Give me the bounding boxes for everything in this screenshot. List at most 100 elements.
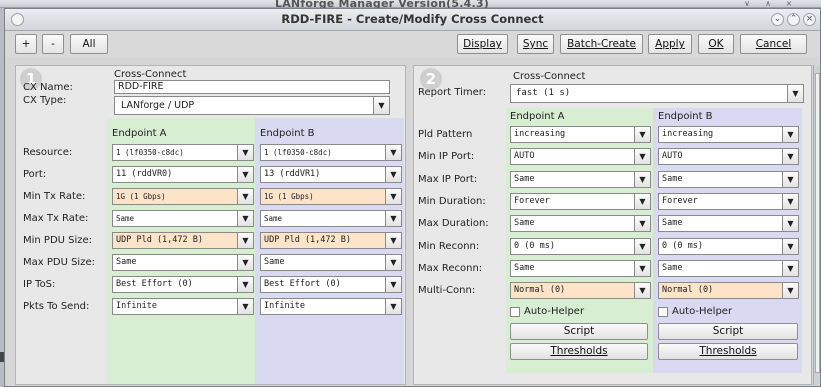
vertical-scrollbar[interactable] — [813, 65, 820, 385]
endpoint-a-field[interactable]: Same — [510, 259, 635, 277]
endpoint-b-field[interactable]: Infinite — [260, 298, 386, 315]
chevron-down-icon[interactable]: ▼ — [634, 259, 651, 277]
endpoint-a-field[interactable]: Same — [112, 210, 238, 227]
dialog-title: RDD-FIRE - Create/Modify Cross Connect — [281, 12, 544, 26]
close-icon[interactable]: × — [803, 13, 816, 26]
endpoint-b-field[interactable]: Same — [260, 210, 386, 227]
chevron-down-icon[interactable]: ▼ — [782, 126, 799, 143]
cx-type-select[interactable]: LANforge / UDP — [114, 96, 374, 115]
endpoint-a-field[interactable]: Normal (0) — [510, 282, 635, 300]
batch-create-button[interactable]: Batch-Create — [560, 34, 643, 54]
endpoint-b-field[interactable]: increasing — [658, 126, 783, 143]
sync-label: Sync — [522, 38, 549, 50]
auto-helper-checkbox-b[interactable] — [658, 307, 668, 317]
minimize-icon[interactable]: ⌄ — [771, 13, 784, 26]
script-button-b[interactable]: Script — [658, 323, 798, 340]
chevron-down-icon[interactable]: ▼ — [237, 254, 254, 271]
apply-button[interactable]: Apply — [648, 34, 692, 54]
auto-helper-checkbox-a[interactable] — [510, 307, 520, 317]
chevron-down-icon[interactable]: ▼ — [385, 188, 402, 205]
dialog-titlebar: RDD-FIRE - Create/Modify Cross Connect ⌄… — [5, 9, 820, 31]
ok-label: OK — [708, 38, 724, 50]
chevron-down-icon[interactable]: ▼ — [237, 298, 254, 315]
endpoint-a-field[interactable]: 11 (rddVR0) — [112, 166, 238, 183]
chevron-down-icon[interactable]: ▼ — [237, 166, 254, 183]
endpoint-a-field[interactable]: 1G (1 Gbps) — [112, 188, 238, 205]
cx-name-input[interactable]: RDD-FIRE — [114, 80, 390, 94]
endpoint-a-field[interactable]: 1 (lf0350-c8dc) — [112, 144, 238, 161]
chevron-down-icon[interactable]: ▼ — [385, 166, 402, 183]
chevron-down-icon[interactable]: ▼ — [634, 170, 651, 188]
background-window-titlebar: LANforge Manager Version(5.4.3) ∨ ∧ × — [0, 0, 821, 10]
thresholds-label-b: Thresholds — [699, 345, 757, 357]
chevron-down-icon[interactable]: ▼ — [634, 192, 651, 210]
chevron-down-icon[interactable]: ▼ — [237, 188, 254, 205]
thresholds-button-a[interactable]: Thresholds — [510, 343, 648, 360]
chevron-down-icon[interactable]: ▼ — [782, 170, 799, 188]
cancel-button[interactable]: Cancel — [740, 34, 807, 54]
endpoint-b-field[interactable]: Same — [658, 215, 783, 233]
chevron-down-icon[interactable]: ▼ — [634, 148, 651, 166]
endpoint-a-field[interactable]: Same — [112, 254, 238, 271]
endpoint-b-field[interactable]: Same — [658, 259, 783, 277]
ok-button[interactable]: OK — [698, 34, 734, 54]
chevron-down-icon[interactable]: ▼ — [787, 84, 804, 103]
chevron-down-icon[interactable]: ▼ — [385, 276, 402, 293]
add-button[interactable]: + — [15, 34, 37, 54]
chevron-down-icon[interactable]: ▼ — [634, 215, 651, 233]
endpoint-b-field[interactable]: Best Effort (0) — [260, 276, 386, 293]
chevron-down-icon[interactable]: ▼ — [634, 237, 651, 255]
chevron-down-icon[interactable]: ▼ — [782, 282, 799, 300]
maximize-icon[interactable]: ∧ — [760, 0, 776, 8]
endpoint-a-field[interactable]: Forever — [510, 192, 635, 210]
minimize-icon[interactable]: ∨ — [739, 0, 755, 8]
endpoint-a-field[interactable]: Best Effort (0) — [112, 276, 238, 293]
endpoint-a-header: Endpoint A — [510, 111, 565, 122]
chevron-down-icon[interactable]: ▼ — [237, 276, 254, 293]
endpoint-b-field[interactable]: Normal (0) — [658, 282, 783, 300]
chevron-down-icon[interactable]: ▼ — [782, 215, 799, 233]
endpoint-b-field[interactable]: 1G (1 Gbps) — [260, 188, 386, 205]
endpoint-b-field[interactable]: 13 (rddVR1) — [260, 166, 386, 183]
chevron-down-icon[interactable]: ▼ — [373, 96, 390, 115]
chevron-down-icon[interactable]: ▼ — [237, 144, 254, 161]
endpoint-b-field[interactable]: Forever — [658, 192, 783, 210]
thresholds-button-b[interactable]: Thresholds — [658, 343, 798, 360]
endpoint-b-field[interactable]: 0 (0 ms) — [658, 237, 783, 255]
endpoint-b-field[interactable]: Same — [658, 170, 783, 188]
chevron-down-icon[interactable]: ▼ — [385, 210, 402, 227]
chevron-down-icon[interactable]: ▼ — [782, 192, 799, 210]
endpoint-a-field[interactable]: UDP Pld (1,472 B) — [112, 232, 238, 249]
endpoint-a-field[interactable]: Same — [510, 215, 635, 233]
chevron-down-icon[interactable]: ▼ — [237, 210, 254, 227]
chevron-down-icon[interactable]: ▼ — [237, 232, 254, 249]
close-icon[interactable]: × — [781, 0, 797, 8]
chevron-down-icon[interactable]: ▼ — [385, 298, 402, 315]
endpoint-a-field[interactable]: increasing — [510, 126, 635, 143]
chevron-down-icon[interactable]: ▼ — [385, 254, 402, 271]
remove-button[interactable]: - — [42, 34, 64, 54]
chevron-down-icon[interactable]: ▼ — [782, 237, 799, 255]
panel-header: Cross-Connect — [513, 71, 586, 82]
chevron-down-icon[interactable]: ▼ — [782, 148, 799, 166]
chevron-down-icon[interactable]: ▼ — [634, 282, 651, 300]
chevron-down-icon[interactable]: ▼ — [385, 232, 402, 249]
endpoint-b-field[interactable]: Same — [260, 254, 386, 271]
endpoint-a-field[interactable]: Infinite — [112, 298, 238, 315]
endpoint-b-field[interactable]: 1 (lf0350-c8dc) — [260, 144, 386, 161]
report-timer-select[interactable]: fast (1 s) — [510, 84, 788, 103]
endpoint-a-field[interactable]: 0 (0 ms) — [510, 237, 635, 255]
chevron-down-icon[interactable]: ▼ — [634, 126, 651, 143]
endpoint-b-field[interactable]: UDP Pld (1,472 B) — [260, 232, 386, 249]
endpoint-b-field[interactable]: AUTO — [658, 148, 783, 166]
chevron-down-icon[interactable]: ▼ — [782, 259, 799, 277]
display-button[interactable]: Display — [457, 34, 508, 54]
maximize-icon[interactable]: ⌃ — [787, 13, 800, 26]
all-button[interactable]: All — [70, 34, 108, 54]
endpoint-a-field[interactable]: AUTO — [510, 148, 635, 166]
scrollbar-thumb[interactable] — [815, 73, 820, 373]
endpoint-a-field[interactable]: Same — [510, 170, 635, 188]
script-button-a[interactable]: Script — [510, 323, 648, 340]
sync-button[interactable]: Sync — [517, 34, 554, 54]
chevron-down-icon[interactable]: ▼ — [385, 144, 402, 161]
